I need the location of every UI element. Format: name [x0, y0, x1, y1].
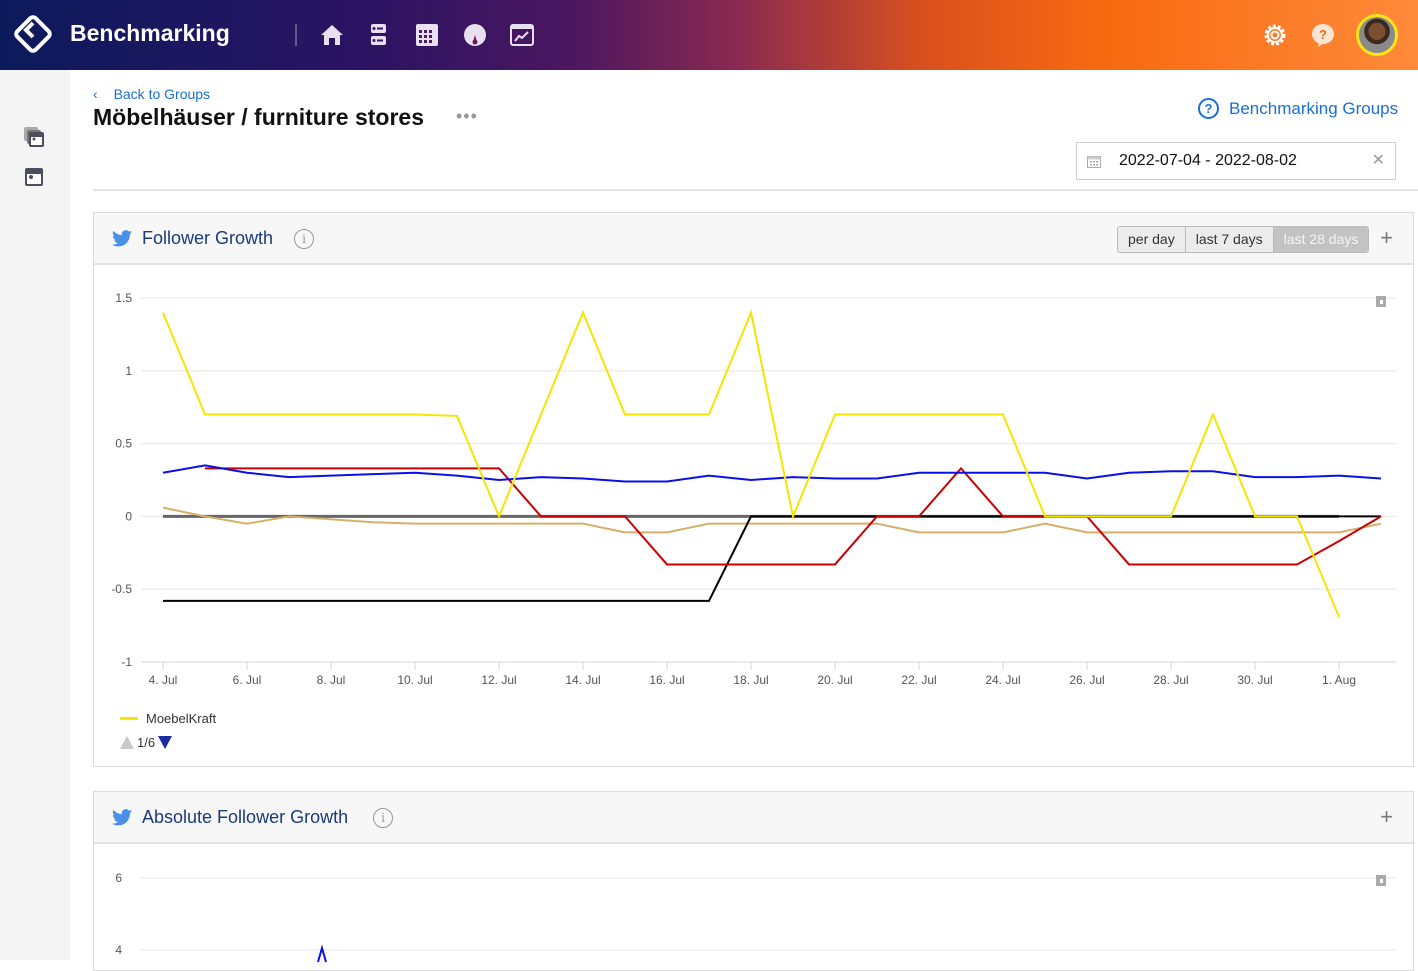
x-tick-label: 20. Jul	[817, 673, 852, 687]
question-circle-icon: ?	[1198, 98, 1219, 119]
chart-export-icon[interactable]	[1376, 296, 1386, 307]
chart-export-icon[interactable]	[1376, 875, 1386, 886]
panel-header: Follower Growth i per day last 7 days la…	[94, 213, 1413, 265]
export-icon-mark	[1380, 300, 1383, 304]
x-tick-label: 10. Jul	[397, 673, 432, 687]
benchmarking-logo-icon[interactable]	[12, 13, 54, 55]
left-sidebar	[0, 70, 70, 960]
y-tick-label: -0.5	[111, 582, 132, 596]
x-tick-label: 16. Jul	[649, 673, 684, 687]
period-last-7-days[interactable]: last 7 days	[1185, 227, 1274, 252]
x-tick-label: 12. Jul	[481, 673, 516, 687]
date-range-value: 2022-07-04 - 2022-08-02	[1119, 152, 1297, 169]
panel-header: Absolute Follower Growth i +	[94, 792, 1413, 844]
benchmarking-groups-label: Benchmarking Groups	[1229, 98, 1399, 118]
y-tick-label: 0.5	[115, 437, 132, 451]
legend-pager: 1/6	[120, 735, 173, 750]
x-tick-label: 22. Jul	[901, 673, 936, 687]
page-title: Möbelhäuser / furniture stores	[93, 104, 425, 130]
y-tick-label: 1.5	[115, 291, 132, 305]
period-per-day[interactable]: per day	[1118, 227, 1186, 252]
legend-swatch	[120, 717, 138, 720]
info-icon[interactable]: i	[373, 808, 393, 828]
add-icon[interactable]: +	[1380, 225, 1393, 251]
more-options-icon[interactable]: •••	[456, 106, 478, 127]
export-icon-mark	[1380, 879, 1383, 883]
x-tick-label: 14. Jul	[565, 673, 600, 687]
chevron-left-icon: ‹	[93, 86, 98, 102]
x-tick-label: 28. Jul	[1153, 673, 1188, 687]
x-tick-label: 18. Jul	[733, 673, 768, 687]
follower-growth-panel: Follower Growth i per day last 7 days la…	[93, 212, 1414, 767]
x-tick-label: 26. Jul	[1069, 673, 1104, 687]
home-icon[interactable]	[319, 22, 345, 48]
help-bubble-icon[interactable]: ?	[1310, 22, 1336, 48]
info-icon[interactable]: i	[294, 229, 314, 249]
follower-growth-chart: -1 -0.5 0 0.5 1 1.5 4. Jul 6. Jul 8. Jul 10. Jul 1…	[111, 291, 1396, 687]
series-line-moebelkraft	[162, 309, 1340, 618]
multiple-images-icon[interactable]	[23, 126, 45, 148]
y-tick-label: 1	[125, 364, 132, 378]
clear-date-icon[interactable]: ✕	[1372, 150, 1385, 170]
calendar-icon	[1087, 155, 1101, 168]
x-tick-label: 8. Jul	[317, 673, 346, 687]
twitter-icon	[112, 809, 132, 826]
period-toggle: per day last 7 days last 28 days	[1117, 226, 1370, 253]
y-tick-label: -1	[121, 655, 132, 669]
panel-title: Absolute Follower Growth	[142, 807, 349, 827]
legend-prev-icon[interactable]	[120, 736, 134, 749]
absolute-follower-growth-chart: 46	[115, 871, 1396, 963]
profiles-icon[interactable]	[366, 22, 392, 48]
x-tick-label: 6. Jul	[233, 673, 262, 687]
series-line-series-tan	[162, 506, 1382, 534]
x-tick-label: 1. Aug	[1322, 673, 1356, 687]
x-tick-label: 24. Jul	[985, 673, 1020, 687]
back-to-groups-link[interactable]: ‹ Back to Groups	[93, 86, 210, 102]
add-icon[interactable]: +	[1380, 804, 1393, 830]
date-range-picker[interactable]: 2022-07-04 - 2022-08-02 ✕	[1076, 142, 1396, 180]
panel-title: Follower Growth	[142, 228, 274, 248]
y-tick-label: 4	[115, 943, 122, 957]
legend-item-moebelkraft[interactable]: MoebelKraft	[120, 711, 216, 726]
y-tick-label: 6	[115, 871, 122, 885]
twitter-icon	[112, 230, 132, 247]
header-divider-line	[93, 189, 1418, 191]
x-tick-label: 30. Jul	[1237, 673, 1272, 687]
back-to-groups-label: Back to Groups	[113, 86, 211, 102]
single-image-icon[interactable]	[23, 166, 45, 188]
top-bar: Benchmarking ?	[0, 0, 1418, 70]
svg-text:?: ?	[1319, 27, 1327, 42]
calendar-grid-icon[interactable]	[414, 22, 440, 48]
absolute-follower-growth-panel: Absolute Follower Growth i + 46	[93, 791, 1414, 971]
series-line-series-black	[163, 515, 1381, 602]
y-tick-label: 0	[125, 509, 132, 523]
analytics-icon[interactable]	[509, 22, 535, 48]
x-tick-label: 4. Jul	[149, 673, 178, 687]
dashboard-gauge-icon[interactable]	[462, 22, 488, 48]
settings-gear-icon[interactable]	[1262, 22, 1288, 48]
header-divider	[295, 24, 297, 46]
legend-label: MoebelKraft	[146, 711, 217, 726]
legend-page-label: 1/6	[137, 735, 156, 750]
period-last-28-days[interactable]: last 28 days	[1273, 227, 1369, 252]
app-title: Benchmarking	[70, 20, 230, 46]
legend-next-icon[interactable]	[158, 736, 173, 749]
user-avatar[interactable]	[1356, 14, 1398, 56]
benchmarking-groups-help-link[interactable]: ? Benchmarking Groups	[1198, 98, 1398, 119]
